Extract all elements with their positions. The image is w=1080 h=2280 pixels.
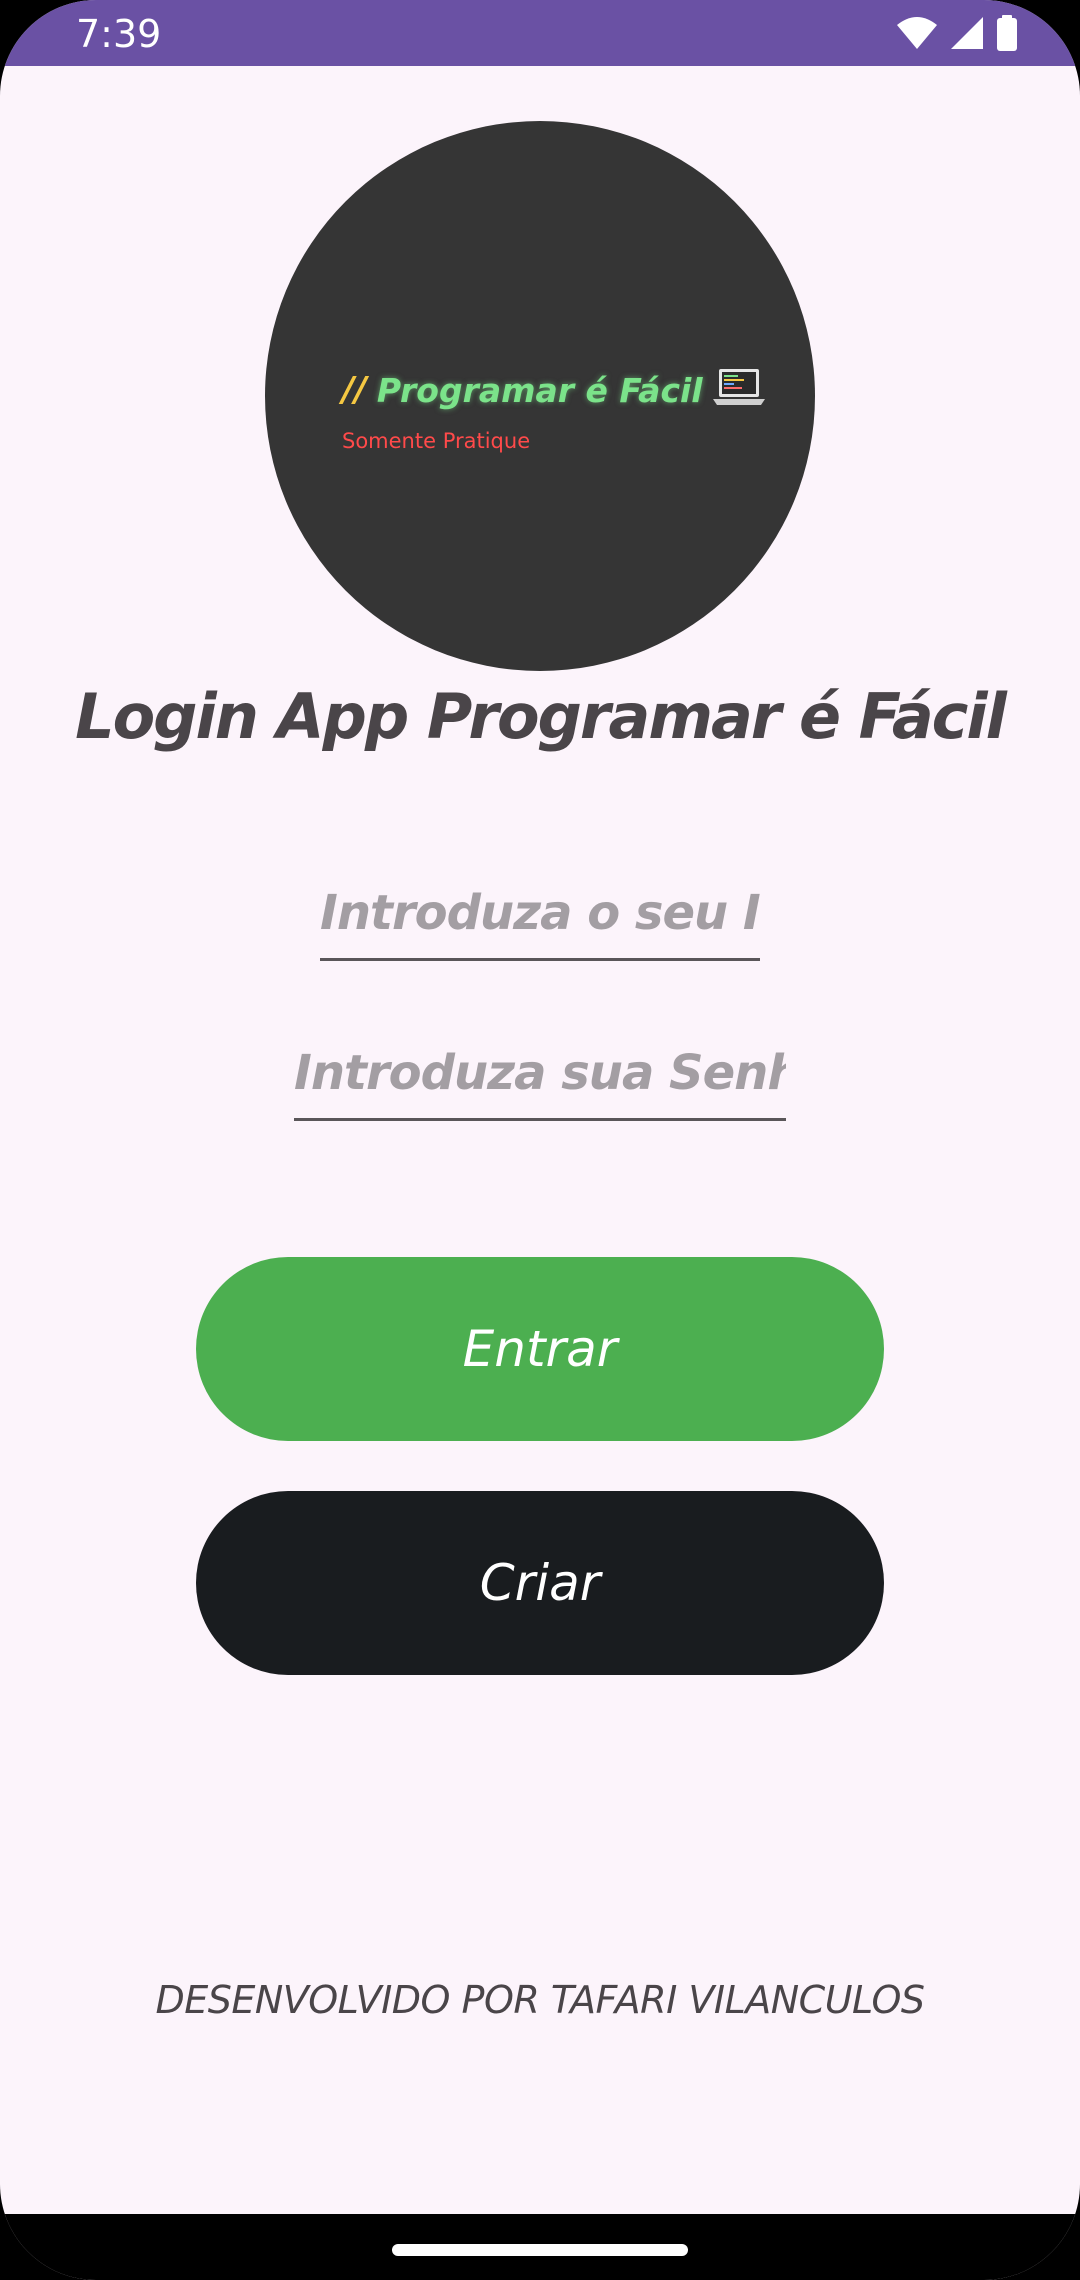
app-logo: // Programar é Fácil Somente Pratique: [265, 121, 815, 671]
logo-slashes: //: [342, 370, 367, 410]
id-field-wrapper: [0, 876, 1080, 961]
page-title: Login App Programar é Fácil: [75, 680, 1007, 753]
battery-icon: [996, 15, 1018, 51]
logo-subtitle: Somente Pratique: [342, 429, 531, 453]
id-input[interactable]: [320, 876, 760, 961]
password-input[interactable]: [294, 1036, 786, 1121]
password-field-wrapper: [0, 1036, 1080, 1121]
home-gesture-handle[interactable]: [392, 2244, 688, 2256]
laptop-icon: [703, 367, 767, 413]
create-account-button[interactable]: Criar: [196, 1491, 884, 1675]
signal-icon: [950, 16, 984, 50]
app-screen: 7:39 // Programar é Fácil Somente Pratiq…: [0, 0, 1080, 2280]
status-icons: [896, 14, 1018, 52]
logo-title: Programar é Fácil: [376, 370, 703, 410]
developer-credits: DESENVOLVIDO POR TAFARI VILANCULOS: [155, 1978, 925, 2022]
status-bar: 7:39: [0, 0, 1080, 66]
logo-title-row: // Programar é Fácil: [342, 367, 767, 413]
login-button[interactable]: Entrar: [196, 1257, 884, 1441]
wifi-icon: [896, 16, 938, 50]
navigation-bar: [0, 2214, 1080, 2280]
status-time: 7:39: [76, 12, 162, 56]
